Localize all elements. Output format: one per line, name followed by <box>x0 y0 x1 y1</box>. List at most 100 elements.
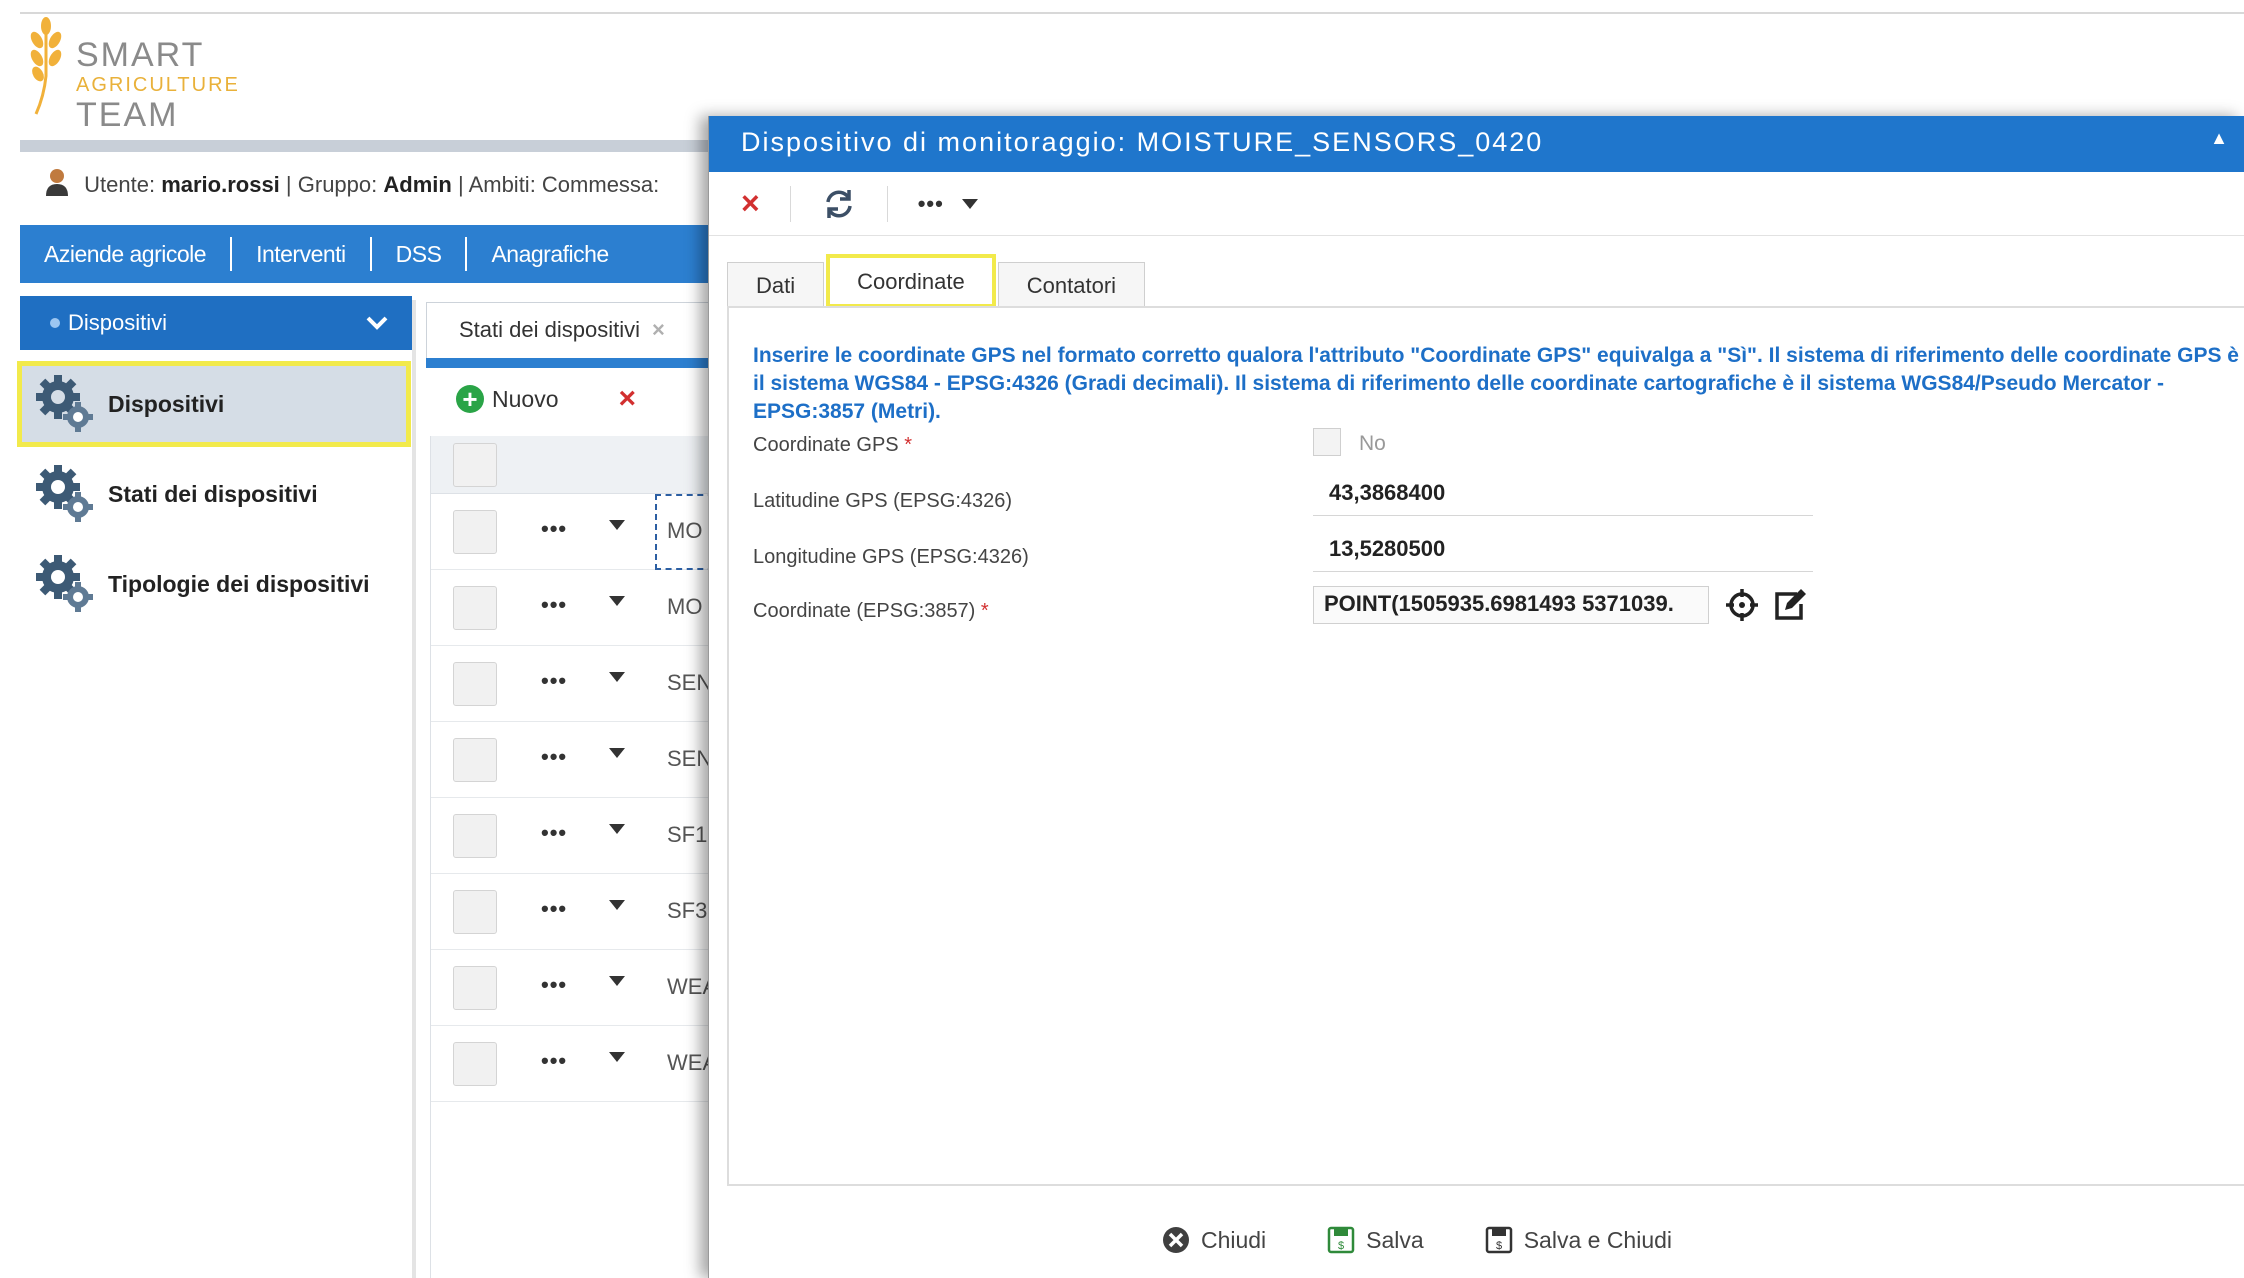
scope-label: | Ambiti: Commessa: <box>457 172 660 197</box>
row-checkbox[interactable] <box>453 890 497 934</box>
table-row[interactable]: ••• WEA <box>431 1026 730 1102</box>
plus-icon[interactable]: + <box>456 385 484 413</box>
crosshair-icon[interactable] <box>1723 586 1761 624</box>
required-marker: * <box>904 434 912 456</box>
user-icon <box>46 169 68 196</box>
gps-coordinates-checkbox[interactable] <box>1313 428 1341 456</box>
dialog-tabs: Dati Coordinate Contatori <box>727 254 1149 308</box>
row-code: SEN <box>667 746 713 771</box>
toolbar-separator <box>789 185 791 222</box>
menu-dss[interactable]: DSS <box>372 237 468 271</box>
row-checkbox[interactable] <box>453 814 497 858</box>
tab-coordinate[interactable]: Coordinate <box>826 254 996 308</box>
coord-label-text: Coordinate (EPSG:3857) <box>753 600 976 622</box>
close-icon[interactable]: × <box>652 317 665 342</box>
svg-text:$: $ <box>1496 1240 1502 1252</box>
select-all-checkbox[interactable] <box>453 443 497 487</box>
row-checkbox[interactable] <box>453 586 497 630</box>
table-row[interactable]: ••• SF1 <box>431 798 730 874</box>
row-menu-button[interactable]: ••• <box>541 1048 567 1074</box>
sidebar-item-stati-dispositivi[interactable]: Stati dei dispositivi <box>22 456 406 532</box>
main-menu: Aziende agricole Interventi DSS Anagrafi… <box>20 225 710 283</box>
panel-splitter[interactable] <box>412 300 416 1278</box>
longitude-field[interactable]: 13,5280500 <box>1313 532 1813 572</box>
caret-down-icon[interactable] <box>609 672 625 682</box>
caret-down-icon[interactable] <box>609 900 625 910</box>
svg-text:$: $ <box>1338 1240 1344 1252</box>
menu-aziende-agricole[interactable]: Aziende agricole <box>20 237 233 271</box>
row-menu-button[interactable]: ••• <box>541 744 567 770</box>
delete-icon[interactable]: × <box>618 382 636 416</box>
logo-word-smart: SMART <box>76 36 205 74</box>
more-actions-button[interactable]: ••• <box>918 191 944 217</box>
row-checkbox[interactable] <box>453 510 497 554</box>
menu-interventi[interactable]: Interventi <box>232 237 372 271</box>
menu-anagrafiche[interactable]: Anagrafiche <box>467 237 632 271</box>
user-label: Utente: <box>84 172 156 197</box>
epsg3857-coordinates-field[interactable]: POINT(1505935.6981493 5371039. <box>1313 586 1709 624</box>
row-checkbox[interactable] <box>453 738 497 782</box>
tab-dati[interactable]: Dati <box>727 262 825 306</box>
caret-down-icon[interactable] <box>609 596 625 606</box>
gears-icon <box>36 465 93 522</box>
doc-tab-label: Stati dei dispositivi <box>459 317 640 342</box>
row-menu-button[interactable]: ••• <box>541 516 567 542</box>
tab-stati-dispositivi[interactable]: Stati dei dispositivi × <box>426 302 716 358</box>
row-code: SF1 <box>667 822 708 847</box>
section-dot-icon <box>50 318 60 328</box>
sidebar-section-dispositivi[interactable]: Dispositivi <box>20 296 412 350</box>
save-and-close-button[interactable]: $ Salva e Chiudi <box>1484 1225 1672 1255</box>
caret-down-icon[interactable] <box>609 1052 625 1062</box>
row-menu-button[interactable]: ••• <box>541 896 567 922</box>
edit-icon[interactable] <box>1771 586 1809 624</box>
table-row[interactable]: ••• MO <box>431 570 730 646</box>
save-icon: $ <box>1327 1226 1355 1254</box>
row-menu-button[interactable]: ••• <box>541 668 567 694</box>
row-menu-button[interactable]: ••• <box>541 820 567 846</box>
refresh-icon[interactable] <box>821 186 857 222</box>
gears-icon <box>36 375 93 432</box>
latitude-label: Latitudine GPS (EPSG:4326) <box>753 490 1013 512</box>
row-menu-button[interactable]: ••• <box>541 592 567 618</box>
sidebar-item-dispositivi[interactable]: Dispositivi <box>17 361 411 447</box>
caret-down-icon[interactable] <box>961 198 978 209</box>
sidebar-section-label: Dispositivi <box>68 310 168 335</box>
sidebar-item-label: Dispositivi <box>108 390 225 417</box>
devices-grid: ••• MO ••• MO ••• SEN ••• SEN ••• SF1 ••… <box>430 436 735 1278</box>
tab-contatori[interactable]: Contatori <box>997 262 1146 306</box>
save-button[interactable]: $ Salva <box>1326 1225 1424 1255</box>
wheat-icon <box>30 17 62 115</box>
grid-header-bar <box>426 358 726 368</box>
row-code: SF3 <box>667 898 708 923</box>
caret-down-icon[interactable] <box>609 976 625 986</box>
table-row[interactable]: ••• WEA <box>431 950 730 1026</box>
row-checkbox[interactable] <box>453 1042 497 1086</box>
caret-down-icon[interactable] <box>609 824 625 834</box>
group-name: Admin <box>383 172 452 197</box>
caret-down-icon[interactable] <box>609 748 625 758</box>
dialog-title-bar[interactable]: Dispositivo di monitoraggio: MOISTURE_SE… <box>709 116 2244 172</box>
save-button-label: Salva <box>1366 1226 1424 1253</box>
save-close-icon: $ <box>1485 1226 1512 1254</box>
gps-label-text: Coordinate GPS <box>753 434 899 456</box>
row-checkbox[interactable] <box>453 662 497 706</box>
sidebar-item-label: Stati dei dispositivi <box>108 480 318 507</box>
table-row[interactable]: ••• MO <box>431 494 735 570</box>
row-checkbox[interactable] <box>453 966 497 1010</box>
toolbar-separator <box>886 185 888 222</box>
chevron-down-icon[interactable] <box>364 310 390 336</box>
table-row[interactable]: ••• SF3 <box>431 874 730 950</box>
latitude-field[interactable]: 43,3868400 <box>1313 476 1813 516</box>
header-divider-bar <box>20 140 710 152</box>
caret-down-icon[interactable] <box>609 520 625 530</box>
required-marker: * <box>980 600 989 622</box>
user-info: Utente: mario.rossi | Gruppo: Admin | Am… <box>44 168 659 198</box>
sidebar-item-tipologie-dispositivi[interactable]: Tipologie dei dispositivi <box>22 546 406 622</box>
table-row[interactable]: ••• SEN <box>431 646 730 722</box>
delete-button[interactable]: × <box>741 185 760 222</box>
table-row[interactable]: ••• SEN <box>431 722 730 798</box>
new-button[interactable]: Nuovo <box>492 386 558 413</box>
collapse-up-icon[interactable]: ▲ <box>2210 128 2230 149</box>
row-menu-button[interactable]: ••• <box>541 972 567 998</box>
close-button[interactable]: Chiudi <box>1161 1225 1266 1255</box>
